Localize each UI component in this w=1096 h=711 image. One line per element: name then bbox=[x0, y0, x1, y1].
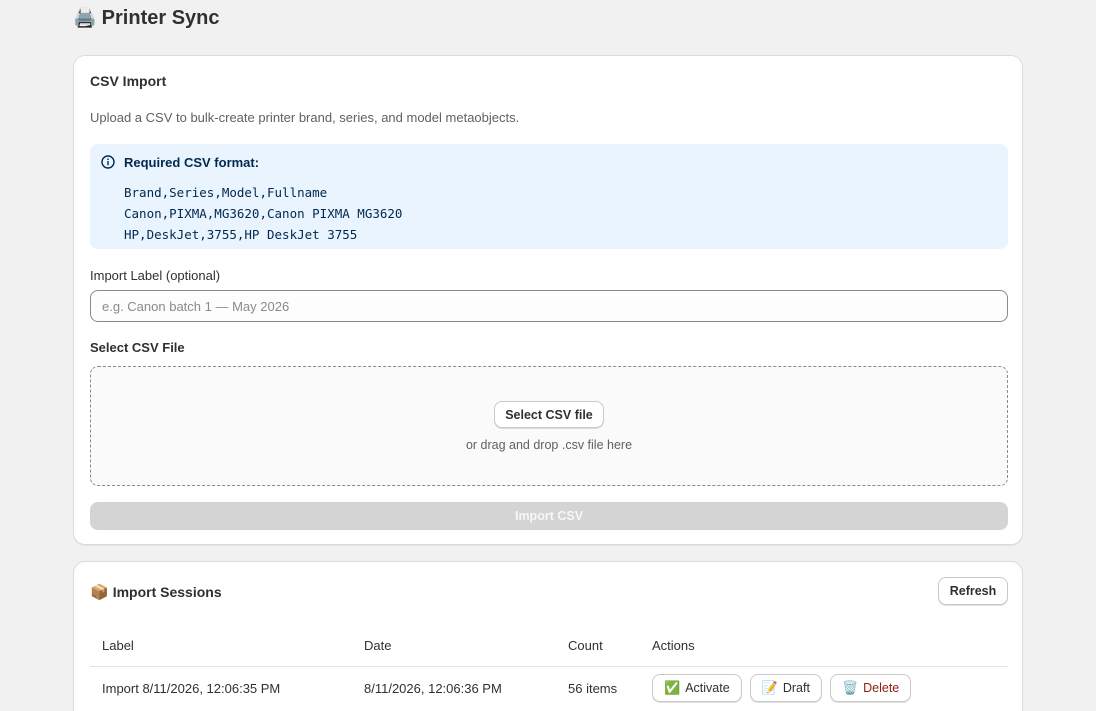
refresh-button[interactable]: Refresh bbox=[938, 577, 1008, 605]
table-header-row: Label Date Count Actions bbox=[90, 626, 1008, 667]
csv-format-line: HP,DeskJet,3755,HP DeskJet 3755 bbox=[124, 227, 358, 242]
dropzone-hint: or drag and drop .csv file here bbox=[465, 438, 633, 452]
delete-button-label: Delete bbox=[863, 681, 900, 696]
info-icon bbox=[101, 155, 115, 169]
import-csv-button[interactable]: Import CSV bbox=[90, 502, 1008, 530]
session-date: 8/11/2026, 12:06:36 PM bbox=[364, 680, 502, 696]
csv-format-banner: Required CSV format: Brand,Series,Model,… bbox=[90, 144, 1008, 249]
import-sessions-heading: 📦 Import Sessions bbox=[90, 583, 222, 601]
column-header-count: Count bbox=[556, 626, 640, 667]
activate-button-label: Activate bbox=[685, 681, 730, 696]
column-header-actions: Actions bbox=[640, 626, 1008, 667]
csv-import-description: Upload a CSV to bulk-create printer bran… bbox=[90, 110, 520, 125]
session-actions: ✅ Activate 📝 Draft 🗑️ Delete bbox=[640, 666, 1008, 710]
csv-format-line: Brand,Series,Model,Fullname bbox=[124, 185, 328, 200]
printer-icon: 🖨️ bbox=[73, 8, 97, 29]
csv-format-example: Brand,Series,Model,Fullname Canon,PIXMA,… bbox=[124, 182, 402, 245]
csv-import-card: CSV Import Upload a CSV to bulk-create p… bbox=[73, 55, 1023, 545]
draft-button-label: Draft bbox=[782, 681, 810, 696]
draft-button[interactable]: 📝 Draft bbox=[749, 674, 822, 703]
csv-file-field-label: Select CSV File bbox=[90, 340, 185, 355]
column-header-label: Label bbox=[90, 626, 352, 667]
app-title-text: Printer Sync bbox=[101, 6, 220, 29]
column-header-date: Date bbox=[352, 626, 556, 667]
import-sessions-title: Import Sessions bbox=[112, 584, 222, 600]
package-icon: 📦 bbox=[90, 584, 109, 601]
table-row: Import 8/11/2026, 12:06:35 PM 8/11/2026,… bbox=[90, 666, 1008, 710]
csv-format-title: Required CSV format: bbox=[124, 155, 260, 170]
memo-icon: 📝 bbox=[761, 680, 778, 696]
select-csv-file-button[interactable]: Select CSV file bbox=[494, 401, 604, 428]
import-sessions-card: 📦 Import Sessions Refresh Label Date Cou… bbox=[73, 561, 1023, 711]
trash-icon: 🗑️ bbox=[841, 680, 859, 696]
delete-button[interactable]: 🗑️ Delete bbox=[829, 674, 912, 703]
activate-button[interactable]: ✅ Activate bbox=[652, 674, 742, 703]
import-label-input[interactable] bbox=[90, 290, 1008, 322]
csv-format-line: Canon,PIXMA,MG3620,Canon PIXMA MG3620 bbox=[124, 206, 403, 221]
import-label-field-label: Import Label (optional) bbox=[90, 268, 221, 283]
csv-import-heading: CSV Import bbox=[90, 73, 167, 89]
session-count: 56 items bbox=[568, 680, 618, 696]
sessions-table: Label Date Count Actions Import 8/11/202… bbox=[90, 626, 1008, 710]
page-title: 🖨️ Printer Sync bbox=[73, 6, 220, 30]
check-icon: ✅ bbox=[664, 680, 681, 696]
session-label: Import 8/11/2026, 12:06:35 PM bbox=[102, 680, 281, 696]
csv-dropzone[interactable]: Select CSV file or drag and drop .csv fi… bbox=[90, 366, 1008, 486]
